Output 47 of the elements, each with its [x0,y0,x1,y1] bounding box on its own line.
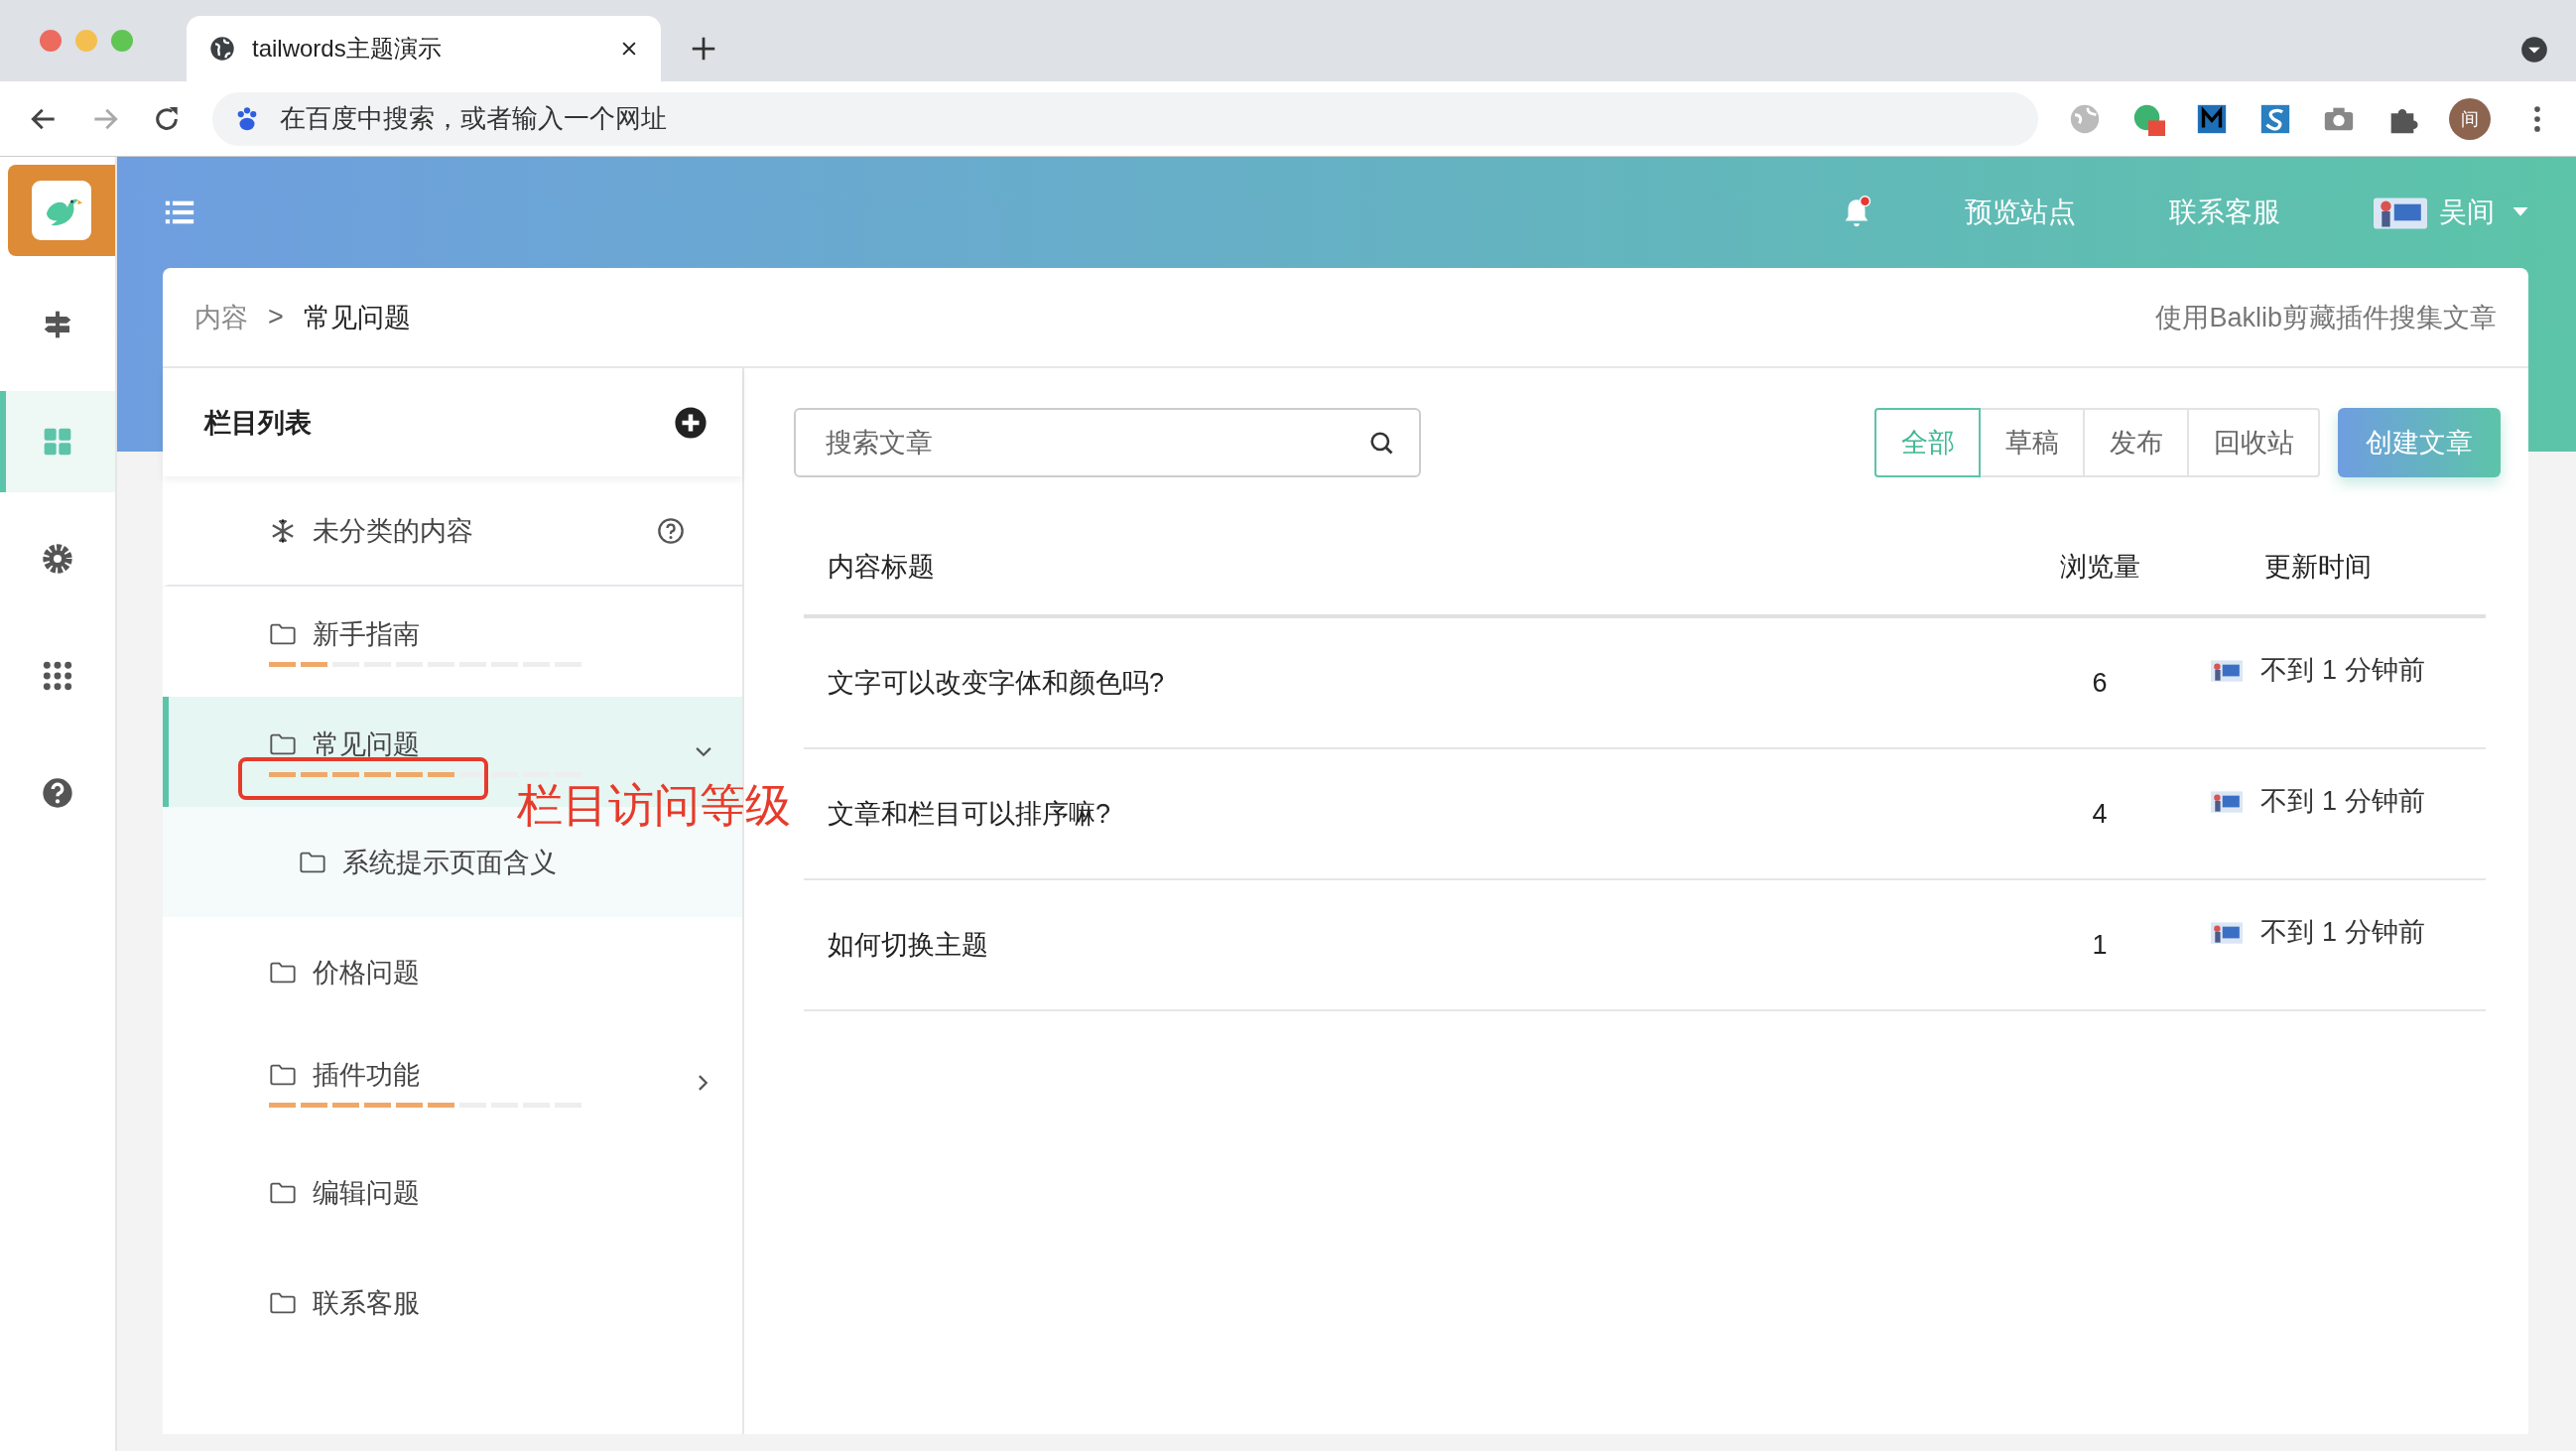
view-count: 4 [2091,798,2109,830]
author-thumbnail-icon [2211,920,2244,944]
search-field[interactable]: 搜索文章 [794,408,1421,477]
signpost-icon [42,309,73,340]
panel-title: 栏目列表 [204,406,313,440]
help-icon [42,777,73,809]
clipper-link[interactable]: 使用Baklib剪藏插件搜集文章 [2155,299,2497,335]
category-item[interactable]: 未分类的内容 [163,476,742,587]
tab-title: tailwords主题演示 [252,34,443,64]
tab-search-icon[interactable] [2520,36,2548,64]
column-header: 更新时间 [2263,551,2373,584]
category-item[interactable]: 联系客服 [163,1248,742,1358]
profile-avatar[interactable]: 间 [2449,97,2491,140]
address-bar[interactable]: 在百度中搜索，或者输入一个网址 [212,91,2038,146]
settings-icon [42,543,73,575]
filter-tab[interactable]: 发布 [2083,408,2189,477]
dots-grid-icon [42,660,73,692]
breadcrumb-link[interactable]: 内容 [194,299,248,335]
view-count: 6 [2091,667,2109,699]
updated-time: 不到 1 分钟前 [2260,654,2425,687]
globe-icon [208,35,236,63]
article-title-link[interactable]: 文字可以改变字体和颜色吗? [828,665,2025,701]
add-icon[interactable] [674,405,708,440]
category-item[interactable]: 新手指南 [163,587,742,697]
grid-icon [42,426,73,458]
article-title-link[interactable]: 文章和栏目可以排序嘛? [828,796,2025,832]
search-icon [1367,429,1395,457]
view-count: 1 [2091,929,2109,961]
updated-time: 不到 1 分钟前 [2260,916,2425,949]
category-item[interactable]: 价格问题 [163,917,742,1027]
author-thumbnail-icon [2211,789,2244,813]
logo-tile[interactable] [8,165,115,256]
author-thumbnail-icon [2211,658,2244,682]
filter-tab[interactable]: 草稿 [1979,408,2085,477]
breadcrumb-separator: > [268,302,284,332]
updated-time: 不到 1 分钟前 [2260,785,2425,818]
category-item[interactable]: 编辑问题 [163,1137,742,1248]
bird-logo-icon [32,181,91,240]
breadcrumb-link[interactable]: 常见问题 [303,299,411,335]
caret-icon [2512,207,2528,217]
browser-tab[interactable]: tailwords主题演示 [187,16,661,81]
help-icon[interactable] [657,516,685,545]
category-item[interactable]: 插件功能 [163,1027,742,1137]
article-title-link[interactable]: 如何切换主题 [828,927,2025,963]
filter-tab[interactable]: 回收站 [2187,408,2320,477]
column-header: 浏览量 [2058,551,2141,584]
column-header: 内容标题 [828,551,936,584]
